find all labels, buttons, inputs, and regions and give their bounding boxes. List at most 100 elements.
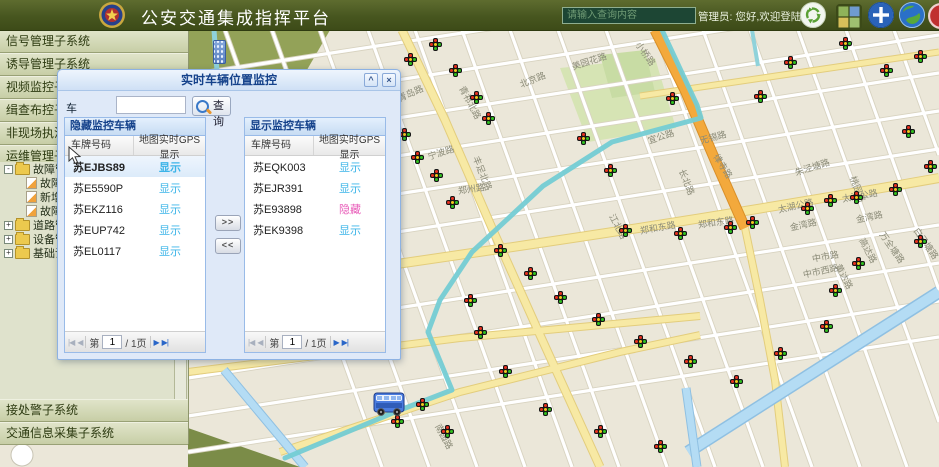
traffic-light-icon[interactable] [464,294,477,307]
table-row[interactable]: 苏E5590P显示 [65,177,205,198]
table-row[interactable]: 苏E93898隐藏 [245,198,385,219]
traffic-light-icon[interactable] [441,425,454,438]
traffic-light-icon[interactable] [801,202,814,215]
traffic-light-icon[interactable] [666,92,679,105]
traffic-light-icon[interactable] [754,90,767,103]
dialog-collapse-icon[interactable]: ^ [364,73,378,87]
traffic-light-icon[interactable] [730,375,743,388]
sidebar-item-0[interactable]: 信号管理子系统 [0,30,188,53]
traffic-light-icon[interactable] [902,125,915,138]
traffic-light-icon[interactable] [430,169,443,182]
gps-toggle-link[interactable]: 显示 [339,183,361,195]
table-row[interactable]: 苏EJBS89显示 [65,156,205,177]
traffic-light-icon[interactable] [774,347,787,360]
traffic-light-icon[interactable] [482,112,495,125]
map-tiles-icon[interactable] [836,4,862,30]
traffic-light-icon[interactable] [889,183,902,196]
sidebar-bottom-item-0[interactable]: 接处警子系统 [0,399,188,422]
gps-toggle-link[interactable]: 显示 [339,162,361,174]
alert-icon[interactable] [928,3,939,29]
page-prev-icon[interactable]: ◀ [257,338,262,347]
page-first-icon[interactable]: |◀ [248,338,254,347]
search-button[interactable]: 查询 [192,96,231,116]
table-row[interactable]: 苏EL0117显示 [65,240,205,261]
global-search-input[interactable] [562,7,696,24]
traffic-light-icon[interactable] [850,191,863,204]
plate-number-input[interactable] [116,96,186,114]
traffic-light-icon[interactable] [594,425,607,438]
dialog-close-icon[interactable]: × [382,73,396,87]
traffic-light-icon[interactable] [577,132,590,145]
table-row[interactable]: 苏EK9398显示 [245,219,385,240]
traffic-light-icon[interactable] [404,53,417,66]
traffic-light-icon[interactable] [820,320,833,333]
gps-toggle-link[interactable]: 显示 [159,204,181,216]
gps-toggle-link[interactable]: 显示 [159,162,181,174]
traffic-light-icon[interactable] [634,335,647,348]
traffic-light-icon[interactable] [474,326,487,339]
gps-toggle-link[interactable]: 显示 [159,183,181,195]
sidebar-collapse-handle[interactable] [213,40,226,64]
traffic-light-icon[interactable] [829,284,842,297]
traffic-light-icon[interactable] [499,365,512,378]
column-header-plate[interactable]: 车牌号码 [65,136,134,155]
traffic-light-icon[interactable] [416,398,429,411]
traffic-light-icon[interactable] [554,291,567,304]
page-number-input[interactable] [282,335,302,349]
page-first-icon[interactable]: |◀ [68,338,74,347]
page-last-icon[interactable]: ▶| [342,338,348,347]
traffic-light-icon[interactable] [924,160,937,173]
column-header-gps[interactable]: 地图实时GPS显示 [314,131,385,161]
table-row[interactable]: 苏EQK003显示 [245,156,385,177]
traffic-light-icon[interactable] [914,50,927,63]
table-row[interactable]: 苏EUP742显示 [65,219,205,240]
traffic-light-icon[interactable] [494,244,507,257]
traffic-light-icon[interactable] [724,221,737,234]
page-next-icon[interactable]: ▶ [334,338,339,347]
traffic-light-icon[interactable] [684,355,697,368]
traffic-light-icon[interactable] [880,64,893,77]
column-header-gps[interactable]: 地图实时GPS显示 [134,131,205,161]
traffic-light-icon[interactable] [784,56,797,69]
tree-expander-icon[interactable]: - [4,165,13,174]
traffic-light-icon[interactable] [654,440,667,453]
page-number-input[interactable] [102,335,122,349]
gps-toggle-link[interactable]: 显示 [159,246,181,258]
globe-icon[interactable] [899,2,925,28]
gps-toggle-link[interactable]: 隐藏 [339,204,361,216]
tree-expander-icon[interactable]: + [4,235,13,244]
traffic-light-icon[interactable] [446,196,459,209]
page-last-icon[interactable]: ▶| [162,338,168,347]
traffic-light-icon[interactable] [411,151,424,164]
column-header-plate[interactable]: 车牌号码 [245,136,314,155]
traffic-light-icon[interactable] [674,227,687,240]
traffic-light-icon[interactable] [746,216,759,229]
sidebar-bottom-item-1[interactable]: 交通信息采集子系统 [0,422,188,445]
traffic-light-icon[interactable] [852,257,865,270]
traffic-light-icon[interactable] [604,164,617,177]
traffic-light-icon[interactable] [539,403,552,416]
page-next-icon[interactable]: ▶ [154,338,159,347]
traffic-light-icon[interactable] [449,64,462,77]
tree-expander-icon[interactable]: + [4,221,13,230]
gps-toggle-link[interactable]: 显示 [159,225,181,237]
traffic-light-icon[interactable] [619,224,632,237]
gps-cell: 显示 [135,201,205,217]
recycle-icon[interactable] [800,2,826,28]
tree-expander-icon[interactable]: + [4,249,13,258]
table-row[interactable]: 苏EKZ116显示 [65,198,205,219]
traffic-light-icon[interactable] [914,235,927,248]
traffic-light-icon[interactable] [839,37,852,50]
traffic-light-icon[interactable] [429,38,442,51]
move-right-button[interactable]: >> [215,215,241,231]
table-row[interactable]: 苏EJR391显示 [245,177,385,198]
dialog-titlebar[interactable]: 实时车辆位置监控 ^ × [58,70,400,91]
traffic-light-icon[interactable] [824,194,837,207]
plus-icon[interactable] [868,2,894,28]
traffic-light-icon[interactable] [592,313,605,326]
traffic-light-icon[interactable] [524,267,537,280]
page-prev-icon[interactable]: ◀ [77,338,82,347]
traffic-light-icon[interactable] [470,91,483,104]
gps-toggle-link[interactable]: 显示 [339,225,361,237]
move-left-button[interactable]: << [215,238,241,254]
